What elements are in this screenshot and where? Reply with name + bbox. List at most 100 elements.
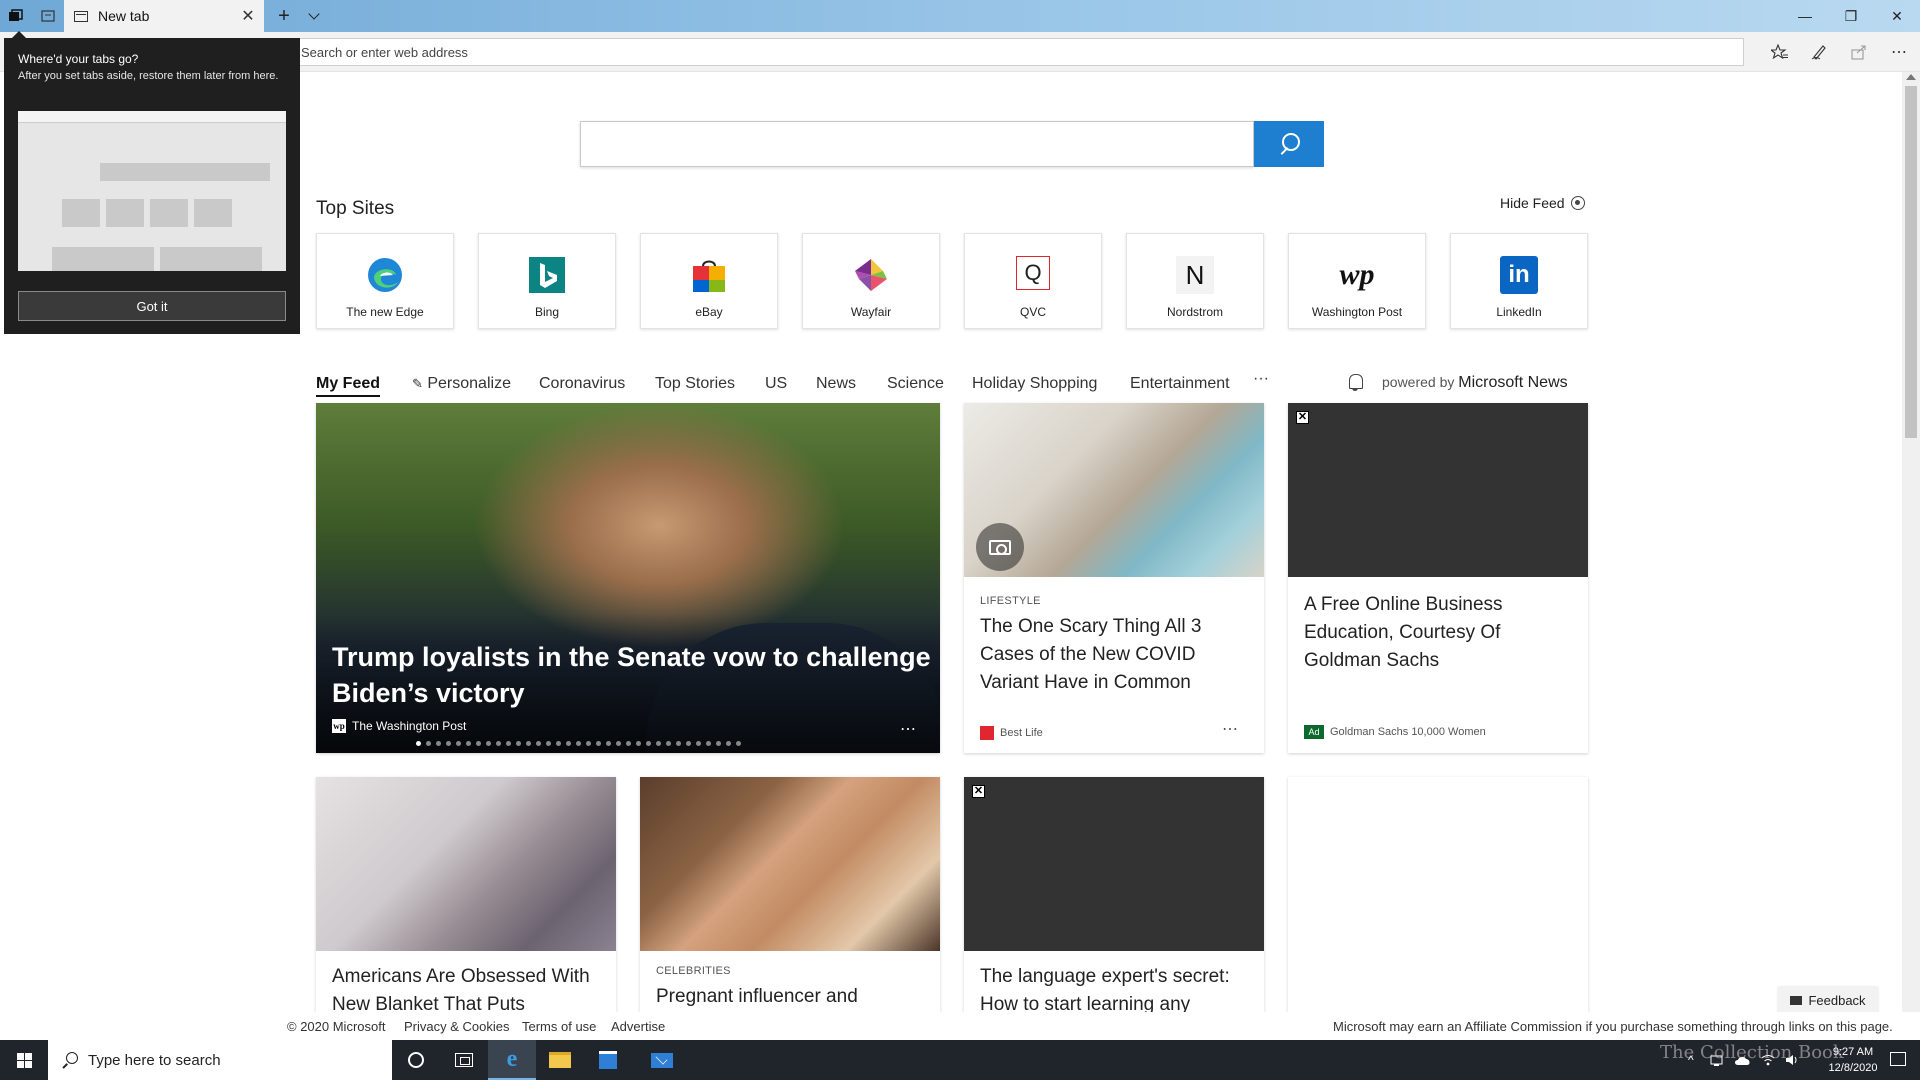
taskbar-edge-app[interactable]: e bbox=[488, 1040, 536, 1080]
top-site-tile[interactable]: Wayfair bbox=[802, 233, 940, 329]
carousel-dot[interactable] bbox=[516, 741, 521, 746]
carousel-dot[interactable] bbox=[636, 741, 641, 746]
feed-tab-science[interactable]: Science bbox=[887, 375, 944, 393]
feed-tab-personalize[interactable]: ✎ Personalize bbox=[412, 375, 511, 393]
top-site-tile[interactable]: wp Washington Post bbox=[1288, 233, 1426, 329]
task-view-button[interactable] bbox=[440, 1040, 488, 1080]
carousel-dot[interactable] bbox=[646, 741, 651, 746]
close-button[interactable]: ✕ bbox=[1874, 0, 1920, 32]
carousel-dot[interactable] bbox=[466, 741, 471, 746]
feed-tab-holiday-shopping[interactable]: Holiday Shopping bbox=[972, 375, 1097, 393]
carousel-dot[interactable] bbox=[496, 741, 501, 746]
restore-button[interactable]: ❐ bbox=[1828, 0, 1874, 32]
carousel-dot[interactable] bbox=[606, 741, 611, 746]
share-icon[interactable] bbox=[1845, 40, 1873, 64]
carousel-dot[interactable] bbox=[506, 741, 511, 746]
feed-tab-coronavirus[interactable]: Coronavirus bbox=[539, 375, 625, 393]
cortana-button[interactable] bbox=[392, 1040, 440, 1080]
hero-more-icon[interactable]: ⋯ bbox=[900, 719, 917, 739]
hero-news-card[interactable]: Trump loyalists in the Senate vow to cha… bbox=[316, 403, 940, 753]
feed-tab-entertainment[interactable]: Entertainment bbox=[1130, 375, 1230, 393]
carousel-dot[interactable] bbox=[436, 741, 441, 746]
bell-icon[interactable] bbox=[1347, 372, 1363, 392]
search-button[interactable] bbox=[1254, 121, 1324, 167]
feed-tab-news[interactable]: News bbox=[816, 375, 856, 393]
top-site-tile[interactable]: N Nordstrom bbox=[1126, 233, 1264, 329]
feed-tab-top-stories[interactable]: Top Stories bbox=[655, 375, 735, 393]
ad-image bbox=[964, 777, 1264, 951]
ad-close-icon[interactable]: ✕ bbox=[972, 785, 985, 798]
ad-close-icon[interactable]: ✕ bbox=[1296, 411, 1309, 424]
taskbar-search-box[interactable]: Type here to search bbox=[48, 1040, 392, 1080]
taskbar-store-app[interactable] bbox=[584, 1040, 632, 1080]
footer-terms-link[interactable]: Terms of use bbox=[522, 1019, 596, 1034]
carousel-dot[interactable] bbox=[566, 741, 571, 746]
carousel-dot[interactable] bbox=[576, 741, 581, 746]
minimize-button[interactable]: — bbox=[1782, 0, 1828, 32]
feedback-button[interactable]: Feedback bbox=[1778, 986, 1878, 1014]
card-more-icon[interactable]: ⋯ bbox=[1222, 719, 1239, 739]
carousel-dot[interactable] bbox=[426, 741, 431, 746]
carousel-dot[interactable] bbox=[666, 741, 671, 746]
favorites-icon[interactable] bbox=[1766, 40, 1794, 64]
notification-icon[interactable] bbox=[1890, 1052, 1906, 1066]
news-card[interactable]: LIFESTYLE The One Scary Thing All 3 Case… bbox=[964, 403, 1264, 753]
scroll-up-arrow-icon[interactable] bbox=[1906, 74, 1916, 80]
top-site-tile[interactable]: The new Edge bbox=[316, 233, 454, 329]
search-input[interactable] bbox=[581, 122, 1253, 166]
news-card[interactable]: CELEBRITIES Pregnant influencer and bbox=[640, 777, 940, 1012]
taskbar-mail-app[interactable] bbox=[638, 1040, 686, 1080]
scroll-thumb[interactable] bbox=[1905, 86, 1917, 438]
carousel-dot[interactable] bbox=[526, 741, 531, 746]
carousel-dot[interactable] bbox=[556, 741, 561, 746]
washington-post-icon: wp bbox=[332, 719, 346, 733]
tabs-aside-icon[interactable] bbox=[4, 4, 28, 28]
footer-advertise-link[interactable]: Advertise bbox=[611, 1019, 665, 1034]
more-icon[interactable]: ⋯ bbox=[1885, 40, 1913, 64]
web-search-box[interactable] bbox=[580, 121, 1254, 167]
top-site-tile[interactable]: Bing bbox=[478, 233, 616, 329]
carousel-dots[interactable] bbox=[416, 741, 741, 746]
address-input[interactable] bbox=[296, 38, 1744, 66]
new-tab-button[interactable]: + bbox=[272, 4, 296, 28]
carousel-dot[interactable] bbox=[686, 741, 691, 746]
start-button[interactable] bbox=[0, 1040, 48, 1080]
ad-card[interactable]: ✕ A Free Online Business Education, Cour… bbox=[1288, 403, 1588, 753]
carousel-dot[interactable] bbox=[676, 741, 681, 746]
carousel-dot[interactable] bbox=[626, 741, 631, 746]
carousel-dot[interactable] bbox=[596, 741, 601, 746]
footer-privacy-link[interactable]: Privacy & Cookies bbox=[404, 1019, 509, 1034]
tab-new-tab[interactable]: New tab ✕ bbox=[64, 0, 264, 32]
top-site-tile[interactable]: in LinkedIn bbox=[1450, 233, 1588, 329]
restore-aside-tabs-icon[interactable] bbox=[36, 4, 60, 28]
tab-close-icon[interactable]: ✕ bbox=[238, 6, 258, 26]
carousel-dot[interactable] bbox=[536, 741, 541, 746]
carousel-dot[interactable] bbox=[736, 741, 741, 746]
got-it-button[interactable]: Got it bbox=[18, 291, 286, 321]
news-card[interactable]: Americans Are Obsessed With New Blanket … bbox=[316, 777, 616, 1012]
carousel-dot[interactable] bbox=[486, 741, 491, 746]
carousel-dot[interactable] bbox=[616, 741, 621, 746]
ad-card[interactable]: ✕ The language expert's secret: How to s… bbox=[964, 777, 1264, 1012]
carousel-dot[interactable] bbox=[446, 741, 451, 746]
carousel-dot[interactable] bbox=[706, 741, 711, 746]
pen-icon[interactable] bbox=[1805, 40, 1833, 64]
carousel-dot[interactable] bbox=[716, 741, 721, 746]
top-site-tile[interactable]: Q QVC bbox=[964, 233, 1102, 329]
carousel-dot[interactable] bbox=[456, 741, 461, 746]
carousel-dot[interactable] bbox=[696, 741, 701, 746]
carousel-dot[interactable] bbox=[416, 741, 421, 746]
carousel-dot[interactable] bbox=[726, 741, 731, 746]
top-site-tile[interactable]: eBay bbox=[640, 233, 778, 329]
tab-list-chevron-icon[interactable] bbox=[302, 4, 326, 28]
feed-more-button[interactable]: ··· bbox=[1253, 370, 1269, 388]
feed-tab-us[interactable]: US bbox=[765, 375, 787, 393]
carousel-dot[interactable] bbox=[656, 741, 661, 746]
carousel-dot[interactable] bbox=[586, 741, 591, 746]
page-scrollbar[interactable] bbox=[1902, 72, 1920, 1012]
feed-tab-my-feed[interactable]: My Feed bbox=[316, 375, 381, 397]
hide-feed-button[interactable]: Hide Feed bbox=[1500, 195, 1585, 211]
carousel-dot[interactable] bbox=[546, 741, 551, 746]
taskbar-file-explorer-app[interactable] bbox=[536, 1040, 584, 1080]
carousel-dot[interactable] bbox=[476, 741, 481, 746]
